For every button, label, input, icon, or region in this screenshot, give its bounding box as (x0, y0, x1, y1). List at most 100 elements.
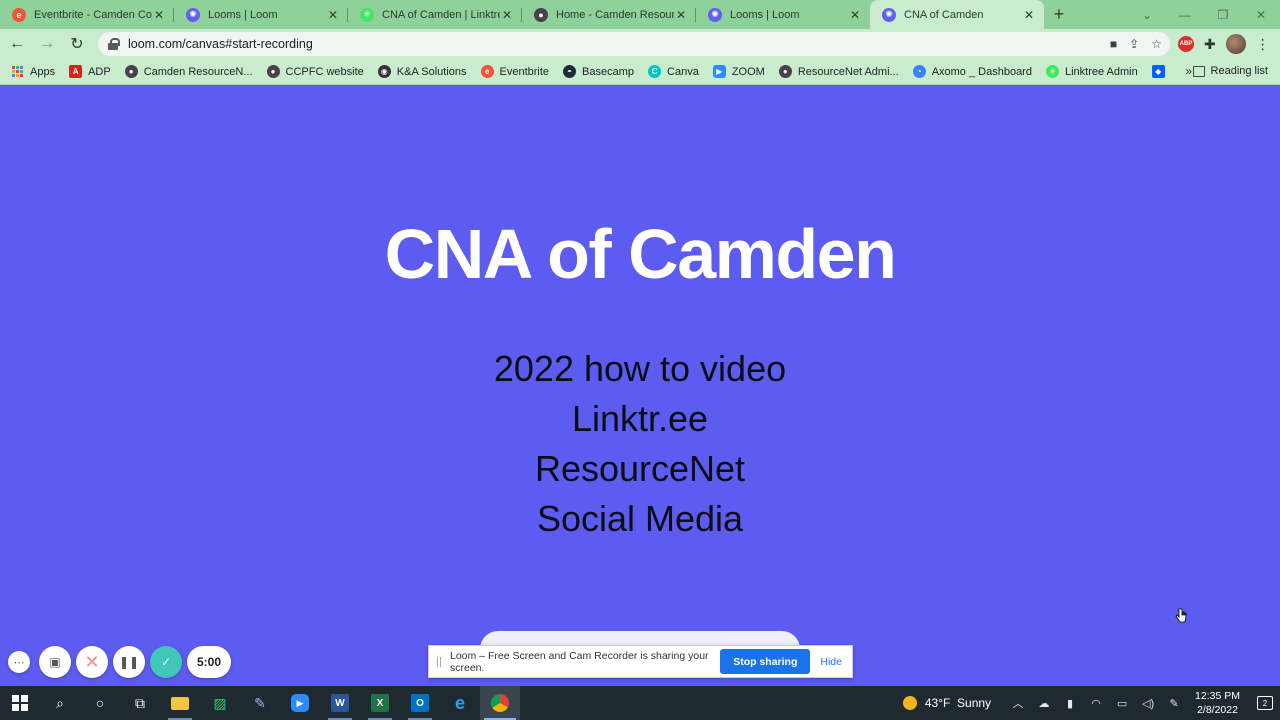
loom-icon: ✺ (708, 7, 722, 22)
resourcenet-icon: ● (124, 65, 138, 78)
hide-button[interactable]: Hide (820, 656, 842, 668)
bookmark-camden-resourcenet[interactable]: ● Camden ResourceN... (124, 65, 253, 78)
bookmark-ka-solutions[interactable]: ◉ K&A Solutions (377, 65, 467, 78)
tab-title: Looms | Loom (730, 8, 800, 21)
tab-strip: e Eventbrite - Camden County ✕ ✺ Looms |… (0, 0, 1280, 29)
close-icon[interactable]: ✕ (1022, 8, 1036, 22)
bookmark-zoom[interactable]: ▶ ZOOM (712, 65, 765, 78)
adblock-icon[interactable]: ABP (1178, 36, 1194, 52)
reading-list-button[interactable]: Reading list (1192, 65, 1268, 77)
finish-recording-button[interactable]: ✓ (150, 646, 182, 678)
tab-title: CNA of Camden (904, 8, 984, 21)
restore-icon[interactable]: ❐ (1204, 0, 1242, 29)
battery-icon[interactable]: ▭ (1109, 697, 1135, 710)
system-clock[interactable]: 12:35 PM 2/8/2022 (1195, 689, 1240, 717)
tab-linktree[interactable]: ✳ CNA of Camden | Linktree ✕ (348, 0, 522, 29)
camtasia-icon[interactable]: ▨ (200, 686, 240, 720)
system-tray: 43°F Sunny ︿ ☁ ▮ ◠ ▭ ◁) ✎ 12:35 PM 2/8/2… (902, 686, 1280, 720)
zoom-app-icon[interactable]: ▶ (280, 686, 320, 720)
bookmark-star-icon[interactable]: ☆ (1151, 37, 1162, 51)
tab-looms-2[interactable]: ✺ Looms | Loom ✕ (696, 0, 870, 29)
camera-toggle-button[interactable]: ▣ (39, 646, 71, 678)
word-icon[interactable]: W (320, 686, 360, 720)
microphone-icon[interactable]: ▮ (1057, 697, 1083, 710)
tab-eventbrite[interactable]: e Eventbrite - Camden County ✕ (0, 0, 174, 29)
more-options-button[interactable]: ⋯ (8, 651, 30, 673)
task-view-icon[interactable]: ⧉ (120, 686, 160, 720)
new-tab-button[interactable]: + (1044, 0, 1074, 29)
subtitle-line: Social Media (536, 498, 744, 539)
chevron-up-icon[interactable]: ︿ (1005, 695, 1031, 711)
menu-icon[interactable]: ⋮ (1256, 36, 1270, 53)
loom-recording-controls: ⋯ ▣ ✕ ❚❚ ✓ 5:00 (8, 646, 231, 678)
lock-icon[interactable] (108, 38, 120, 50)
minimize-icon[interactable]: — (1166, 0, 1204, 29)
close-icon[interactable]: ✕ (500, 8, 514, 22)
outlook-icon[interactable]: O (400, 686, 440, 720)
dropbox-icon: ◆ (1151, 65, 1165, 78)
tab-looms-1[interactable]: ✺ Looms | Loom ✕ (174, 0, 348, 29)
close-icon[interactable]: ✕ (326, 8, 340, 22)
bookmark-eventbrite[interactable]: e Eventbrite (480, 65, 549, 78)
paint-icon[interactable]: ✎ (240, 686, 280, 720)
globe-icon: ◉ (377, 65, 391, 78)
pause-button[interactable]: ❚❚ (113, 646, 145, 678)
close-icon[interactable]: ✕ (674, 8, 688, 22)
tab-cna-of-camden[interactable]: ✺ CNA of Camden ✕ (870, 0, 1044, 29)
weather-widget[interactable]: 43°F Sunny (902, 696, 991, 710)
internet-explorer-icon[interactable]: e (440, 686, 480, 720)
eventbrite-icon: e (480, 65, 494, 78)
loom-canvas: CNA of Camden 2022 how to video Linktr.e… (0, 86, 1280, 686)
recording-timer: 5:00 (187, 646, 231, 678)
bookmark-linktree-admin[interactable]: ✳ Linktree Admin (1045, 65, 1138, 78)
bookmark-basecamp[interactable]: ◓ Basecamp (563, 65, 634, 78)
camera-icon[interactable]: ■ (1110, 37, 1117, 51)
tab-search-icon[interactable]: ⌄ (1128, 0, 1166, 29)
onedrive-icon[interactable]: ☁ (1031, 697, 1057, 710)
tab-title: Home - Camden ResourceNet (556, 8, 674, 21)
more-bookmarks-icon[interactable]: » (1185, 64, 1192, 78)
bookmark-apps[interactable]: Apps (12, 65, 55, 78)
back-arrow-icon[interactable]: ← (4, 31, 30, 57)
canva-icon: C (648, 65, 662, 78)
loom-icon: ✺ (186, 7, 200, 22)
share-icon[interactable]: ⇪ (1129, 37, 1139, 51)
wifi-icon[interactable]: ◠ (1083, 697, 1109, 710)
bookmark-canva[interactable]: C Canva (648, 65, 699, 78)
reload-icon[interactable]: ↻ (64, 31, 90, 57)
bookmark-dropbox[interactable]: ◆ (1151, 65, 1171, 78)
close-window-icon[interactable]: ✕ (1242, 0, 1280, 29)
notifications-icon[interactable]: 2 (1250, 686, 1280, 720)
sun-icon (902, 696, 917, 710)
search-icon[interactable]: ⌕ (40, 686, 80, 720)
subtitle-line: Linktr.ee (571, 398, 709, 439)
address-bar[interactable]: loom.com/canvas#start-recording ■ ⇪ ☆ (98, 32, 1170, 56)
cortana-icon[interactable]: ○ (80, 686, 120, 720)
windows-start-icon[interactable] (0, 686, 40, 720)
url-text[interactable]: loom.com/canvas#start-recording (128, 37, 1110, 51)
tab-title: Eventbrite - Camden County (34, 8, 152, 21)
chrome-icon[interactable] (480, 686, 520, 720)
cancel-recording-button[interactable]: ✕ (76, 646, 108, 678)
tab-title: Looms | Loom (208, 8, 278, 21)
stop-sharing-button[interactable]: Stop sharing (720, 649, 811, 674)
volume-icon[interactable]: ◁) (1135, 697, 1161, 710)
bookmark-axomo[interactable]: ◔ Axomo _ Dashboard (912, 65, 1032, 78)
close-icon[interactable]: ✕ (152, 8, 166, 22)
drag-handle-icon[interactable] (437, 656, 441, 667)
bookmark-resourcenet-admin[interactable]: ● ResourceNet Admi... (778, 65, 899, 78)
extensions-icon[interactable]: ✚ (1204, 36, 1216, 53)
eventbrite-icon: e (12, 7, 26, 22)
tab-title: CNA of Camden | Linktree (382, 8, 500, 21)
bookmark-ccpfc[interactable]: ● CCPFC website (266, 65, 364, 78)
hand-cursor-icon (1175, 608, 1187, 623)
excel-icon[interactable]: X (360, 686, 400, 720)
bookmark-adp[interactable]: A ADP (69, 65, 111, 78)
file-explorer-icon[interactable] (160, 686, 200, 720)
forward-arrow-icon[interactable]: → (34, 31, 60, 57)
profile-avatar[interactable] (1225, 34, 1246, 54)
close-icon[interactable]: ✕ (848, 8, 862, 22)
adp-icon: A (69, 65, 83, 78)
pen-icon[interactable]: ✎ (1161, 697, 1187, 710)
tab-resourcenet[interactable]: ● Home - Camden ResourceNet ✕ (522, 0, 696, 29)
